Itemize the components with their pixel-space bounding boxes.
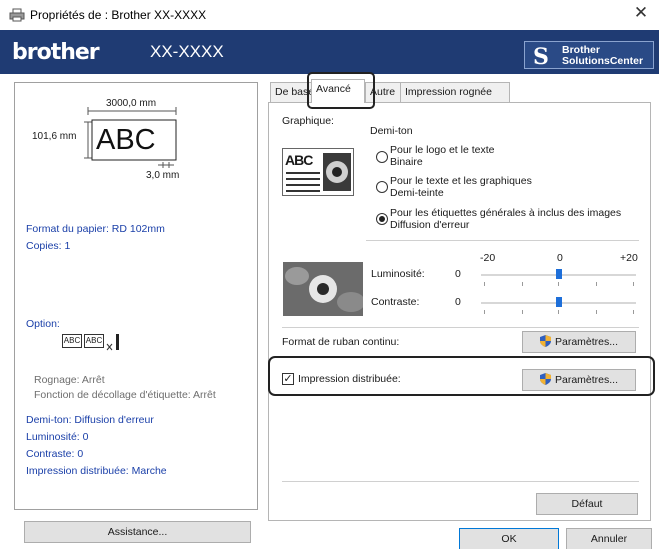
- graphique-sample-image: ABC: [282, 148, 354, 196]
- preview-sample-text: ABC: [96, 124, 156, 156]
- scale-mid: 0: [557, 252, 563, 264]
- divider: [366, 240, 639, 241]
- annuler-button[interactable]: Annuler: [566, 528, 652, 549]
- radio-demi-teinte[interactable]: [376, 181, 388, 193]
- preview-margin-label: 3,0 mm: [146, 170, 180, 181]
- shield-icon: [539, 335, 551, 347]
- ruban-parametres-label: Paramètres...: [554, 336, 619, 348]
- distribution-label: Impression distribuée:: [298, 373, 401, 385]
- divider: [282, 327, 639, 328]
- defaut-button[interactable]: Défaut: [536, 493, 638, 515]
- copies-text: Copies: 1: [26, 240, 71, 252]
- rognage-text: Rognage: Arrêt: [34, 374, 105, 386]
- cut-mark-icon: [106, 334, 119, 351]
- demiton-group-label: Demi-ton: [370, 125, 413, 137]
- solutions-center-line2: SolutionsCenter: [562, 55, 644, 67]
- option-demiteinte-line1: Pour le texte et les graphiques: [390, 175, 532, 187]
- option-binaire-line1: Pour le logo et le texte: [390, 144, 495, 156]
- luminosite-label: Luminosité:: [371, 268, 425, 280]
- distribution-parametres-label: Paramètres...: [554, 374, 619, 386]
- shield-icon: [539, 373, 551, 385]
- ruban-parametres-button[interactable]: Paramètres...: [522, 331, 636, 353]
- option-binaire-line2: Binaire: [390, 156, 423, 168]
- divider: [282, 481, 639, 482]
- decollage-text: Fonction de décollage d'étiquette: Arrêt: [34, 389, 216, 401]
- assistance-button[interactable]: Assistance...: [24, 521, 251, 543]
- preview-height-label: 101,6 mm: [32, 131, 77, 142]
- tab-impression-rognee[interactable]: Impression rognée: [400, 82, 510, 102]
- flower-photo: [283, 262, 363, 316]
- brother-logo: brother: [12, 40, 100, 65]
- impression-summary-text: Impression distribuée: Marche: [26, 465, 167, 477]
- luminosite-slider-thumb[interactable]: [555, 269, 562, 279]
- radio-binaire[interactable]: [376, 151, 388, 163]
- option-abc-icon-2: ABC: [84, 334, 104, 348]
- scale-max: +20: [620, 252, 638, 264]
- sunflower-icon: [323, 153, 351, 191]
- option-abc-icon-1: ABC: [62, 334, 82, 348]
- option-diffusion-line1: Pour les étiquettes générales à inclus d…: [390, 207, 622, 219]
- option-demiteinte-line2: Demi-teinte: [390, 187, 444, 199]
- preview-width-label: 3000,0 mm: [106, 98, 157, 109]
- luminosite-summary-text: Luminosité: 0: [26, 431, 89, 443]
- ruban-format-label: Format de ruban continu:: [282, 336, 400, 348]
- radio-diffusion-erreur[interactable]: [376, 213, 388, 225]
- solutions-center-icon: S: [533, 44, 549, 70]
- graphique-label: Graphique:: [282, 115, 334, 127]
- distribution-parametres-button[interactable]: Paramètres...: [522, 369, 636, 391]
- contraste-summary-text: Contraste: 0: [26, 448, 84, 460]
- luminosite-value: 0: [455, 268, 461, 280]
- distribution-checkbox[interactable]: ✓: [282, 373, 294, 385]
- solutions-center-button[interactable]: S Brother SolutionsCenter: [524, 41, 654, 70]
- close-icon[interactable]: ✕: [631, 3, 651, 23]
- printer-icon: [9, 8, 25, 22]
- tab-de-base[interactable]: De base: [270, 82, 314, 102]
- tab-highlight: [307, 72, 375, 109]
- contraste-label: Contraste:: [371, 296, 420, 308]
- title-bar: Propriétés de : Brother XX-XXXX ✕: [0, 0, 659, 30]
- option-label: Option:: [26, 318, 60, 330]
- graphique-sample-text: ABC: [285, 152, 313, 168]
- window-title: Propriétés de : Brother XX-XXXX: [30, 8, 207, 22]
- printer-model: XX-XXXX: [150, 42, 224, 61]
- contraste-slider-thumb[interactable]: [555, 297, 562, 307]
- contraste-value: 0: [455, 296, 461, 308]
- demiton-summary-text: Demi-ton: Diffusion d'erreur: [26, 414, 154, 426]
- paper-format-text: Format du papier: RD 102mm: [26, 223, 165, 235]
- scale-min: -20: [480, 252, 496, 264]
- option-diffusion-line2: Diffusion d'erreur: [390, 219, 470, 231]
- ok-button[interactable]: OK: [459, 528, 559, 549]
